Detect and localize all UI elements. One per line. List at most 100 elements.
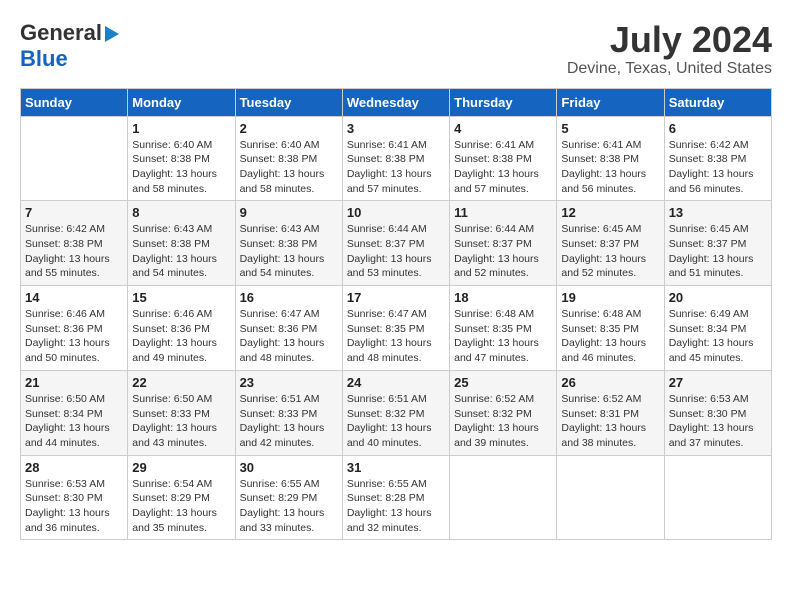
logo-text-blue: Blue bbox=[20, 46, 68, 71]
calendar-cell: 31Sunrise: 6:55 AM Sunset: 8:28 PM Dayli… bbox=[342, 455, 449, 540]
day-info: Sunrise: 6:51 AM Sunset: 8:33 PM Dayligh… bbox=[240, 392, 338, 451]
title-block: July 2024 Devine, Texas, United States bbox=[567, 20, 772, 78]
day-info: Sunrise: 6:53 AM Sunset: 8:30 PM Dayligh… bbox=[669, 392, 767, 451]
header-cell-wednesday: Wednesday bbox=[342, 88, 449, 116]
day-info: Sunrise: 6:40 AM Sunset: 8:38 PM Dayligh… bbox=[132, 138, 230, 197]
day-number: 13 bbox=[669, 205, 767, 220]
day-info: Sunrise: 6:45 AM Sunset: 8:37 PM Dayligh… bbox=[669, 222, 767, 281]
calendar-cell: 11Sunrise: 6:44 AM Sunset: 8:37 PM Dayli… bbox=[450, 201, 557, 286]
day-number: 25 bbox=[454, 375, 552, 390]
day-info: Sunrise: 6:46 AM Sunset: 8:36 PM Dayligh… bbox=[25, 307, 123, 366]
day-info: Sunrise: 6:53 AM Sunset: 8:30 PM Dayligh… bbox=[25, 477, 123, 536]
calendar-cell: 21Sunrise: 6:50 AM Sunset: 8:34 PM Dayli… bbox=[21, 370, 128, 455]
header-cell-friday: Friday bbox=[557, 88, 664, 116]
calendar-cell bbox=[557, 455, 664, 540]
calendar-week-row: 7Sunrise: 6:42 AM Sunset: 8:38 PM Daylig… bbox=[21, 201, 772, 286]
day-info: Sunrise: 6:50 AM Sunset: 8:34 PM Dayligh… bbox=[25, 392, 123, 451]
header-cell-sunday: Sunday bbox=[21, 88, 128, 116]
calendar-cell: 30 Sunrise: 6:55 AM Sunset: 8:29 PM Dayli… bbox=[235, 455, 342, 540]
day-info: Sunrise: 6:42 AM Sunset: 8:38 PM Dayligh… bbox=[25, 222, 123, 281]
calendar-week-row: 28 Sunrise: 6:53 AM Sunset: 8:30 PM Dayli… bbox=[21, 455, 772, 540]
calendar-cell: 9 Sunrise: 6:43 AM Sunset: 8:38 PM Daylig… bbox=[235, 201, 342, 286]
calendar-cell: 10 Sunrise: 6:44 AM Sunset: 8:37 PM Dayli… bbox=[342, 201, 449, 286]
day-number: 2 bbox=[240, 121, 338, 136]
calendar-week-row: 14 Sunrise: 6:46 AM Sunset: 8:36 PM Dayli… bbox=[21, 286, 772, 371]
day-info: Sunrise: 6:48 AM Sunset: 8:35 PM Dayligh… bbox=[561, 307, 659, 366]
day-info: Sunrise: 6:47 AM Sunset: 8:36 PM Dayligh… bbox=[240, 307, 338, 366]
calendar-cell: 17 Sunrise: 6:47 AM Sunset: 8:35 PM Dayli… bbox=[342, 286, 449, 371]
day-number: 17 bbox=[347, 290, 445, 305]
calendar-cell: 7Sunrise: 6:42 AM Sunset: 8:38 PM Daylig… bbox=[21, 201, 128, 286]
header-cell-saturday: Saturday bbox=[664, 88, 771, 116]
day-number: 6 bbox=[669, 121, 767, 136]
calendar-cell: 3 Sunrise: 6:41 AM Sunset: 8:38 PM Daylig… bbox=[342, 116, 449, 201]
day-number: 12 bbox=[561, 205, 659, 220]
calendar-cell: 16 Sunrise: 6:47 AM Sunset: 8:36 PM Dayli… bbox=[235, 286, 342, 371]
day-info: Sunrise: 6:41 AM Sunset: 8:38 PM Dayligh… bbox=[347, 138, 445, 197]
day-number: 4 bbox=[454, 121, 552, 136]
day-info: Sunrise: 6:44 AM Sunset: 8:37 PM Dayligh… bbox=[347, 222, 445, 281]
day-info: Sunrise: 6:40 AM Sunset: 8:38 PM Dayligh… bbox=[240, 138, 338, 197]
calendar-cell: 6 Sunrise: 6:42 AM Sunset: 8:38 PM Daylig… bbox=[664, 116, 771, 201]
calendar-cell: 15Sunrise: 6:46 AM Sunset: 8:36 PM Dayli… bbox=[128, 286, 235, 371]
calendar-cell: 8Sunrise: 6:43 AM Sunset: 8:38 PM Daylig… bbox=[128, 201, 235, 286]
day-info: Sunrise: 6:50 AM Sunset: 8:33 PM Dayligh… bbox=[132, 392, 230, 451]
day-info: Sunrise: 6:52 AM Sunset: 8:32 PM Dayligh… bbox=[454, 392, 552, 451]
day-number: 16 bbox=[240, 290, 338, 305]
day-number: 24 bbox=[347, 375, 445, 390]
calendar-header-row: SundayMondayTuesdayWednesdayThursdayFrid… bbox=[21, 88, 772, 116]
day-number: 1 bbox=[132, 121, 230, 136]
day-info: Sunrise: 6:48 AM Sunset: 8:35 PM Dayligh… bbox=[454, 307, 552, 366]
calendar-cell bbox=[450, 455, 557, 540]
header-cell-monday: Monday bbox=[128, 88, 235, 116]
day-number: 14 bbox=[25, 290, 123, 305]
calendar-cell: 13 Sunrise: 6:45 AM Sunset: 8:37 PM Dayli… bbox=[664, 201, 771, 286]
calendar-cell: 4Sunrise: 6:41 AM Sunset: 8:38 PM Daylig… bbox=[450, 116, 557, 201]
day-number: 9 bbox=[240, 205, 338, 220]
calendar-week-row: 1 Sunrise: 6:40 AM Sunset: 8:38 PM Daylig… bbox=[21, 116, 772, 201]
header-cell-tuesday: Tuesday bbox=[235, 88, 342, 116]
calendar-table: SundayMondayTuesdayWednesdayThursdayFrid… bbox=[20, 88, 772, 541]
logo-arrow-icon bbox=[105, 26, 119, 42]
day-number: 3 bbox=[347, 121, 445, 136]
calendar-cell: 12 Sunrise: 6:45 AM Sunset: 8:37 PM Dayli… bbox=[557, 201, 664, 286]
calendar-cell: 25 Sunrise: 6:52 AM Sunset: 8:32 PM Dayli… bbox=[450, 370, 557, 455]
day-number: 26 bbox=[561, 375, 659, 390]
calendar-cell bbox=[21, 116, 128, 201]
day-info: Sunrise: 6:45 AM Sunset: 8:37 PM Dayligh… bbox=[561, 222, 659, 281]
calendar-cell: 23 Sunrise: 6:51 AM Sunset: 8:33 PM Dayli… bbox=[235, 370, 342, 455]
calendar-cell: 19 Sunrise: 6:48 AM Sunset: 8:35 PM Dayli… bbox=[557, 286, 664, 371]
day-number: 31 bbox=[347, 460, 445, 475]
day-info: Sunrise: 6:54 AM Sunset: 8:29 PM Dayligh… bbox=[132, 477, 230, 536]
day-number: 8 bbox=[132, 205, 230, 220]
day-info: Sunrise: 6:47 AM Sunset: 8:35 PM Dayligh… bbox=[347, 307, 445, 366]
day-number: 19 bbox=[561, 290, 659, 305]
page-header: General Blue July 2024 Devine, Texas, Un… bbox=[20, 20, 772, 78]
logo-text-general: General bbox=[20, 20, 102, 46]
day-info: Sunrise: 6:55 AM Sunset: 8:29 PM Dayligh… bbox=[240, 477, 338, 536]
calendar-cell: 20Sunrise: 6:49 AM Sunset: 8:34 PM Dayli… bbox=[664, 286, 771, 371]
calendar-cell: 28 Sunrise: 6:53 AM Sunset: 8:30 PM Dayli… bbox=[21, 455, 128, 540]
calendar-cell: 18 Sunrise: 6:48 AM Sunset: 8:35 PM Dayli… bbox=[450, 286, 557, 371]
page-title: July 2024 bbox=[567, 20, 772, 60]
page-subtitle: Devine, Texas, United States bbox=[567, 60, 772, 78]
day-number: 22 bbox=[132, 375, 230, 390]
day-info: Sunrise: 6:49 AM Sunset: 8:34 PM Dayligh… bbox=[669, 307, 767, 366]
day-number: 27 bbox=[669, 375, 767, 390]
day-number: 18 bbox=[454, 290, 552, 305]
day-number: 28 bbox=[25, 460, 123, 475]
calendar-cell: 22 Sunrise: 6:50 AM Sunset: 8:33 PM Dayli… bbox=[128, 370, 235, 455]
day-number: 15 bbox=[132, 290, 230, 305]
calendar-cell: 26Sunrise: 6:52 AM Sunset: 8:31 PM Dayli… bbox=[557, 370, 664, 455]
calendar-cell: 29Sunrise: 6:54 AM Sunset: 8:29 PM Dayli… bbox=[128, 455, 235, 540]
day-number: 23 bbox=[240, 375, 338, 390]
calendar-cell: 14 Sunrise: 6:46 AM Sunset: 8:36 PM Dayli… bbox=[21, 286, 128, 371]
calendar-cell: 2 Sunrise: 6:40 AM Sunset: 8:38 PM Daylig… bbox=[235, 116, 342, 201]
day-number: 30 bbox=[240, 460, 338, 475]
day-info: Sunrise: 6:42 AM Sunset: 8:38 PM Dayligh… bbox=[669, 138, 767, 197]
day-number: 10 bbox=[347, 205, 445, 220]
day-info: Sunrise: 6:41 AM Sunset: 8:38 PM Dayligh… bbox=[561, 138, 659, 197]
logo: General Blue bbox=[20, 20, 119, 72]
calendar-cell: 24Sunrise: 6:51 AM Sunset: 8:32 PM Dayli… bbox=[342, 370, 449, 455]
day-info: Sunrise: 6:43 AM Sunset: 8:38 PM Dayligh… bbox=[240, 222, 338, 281]
